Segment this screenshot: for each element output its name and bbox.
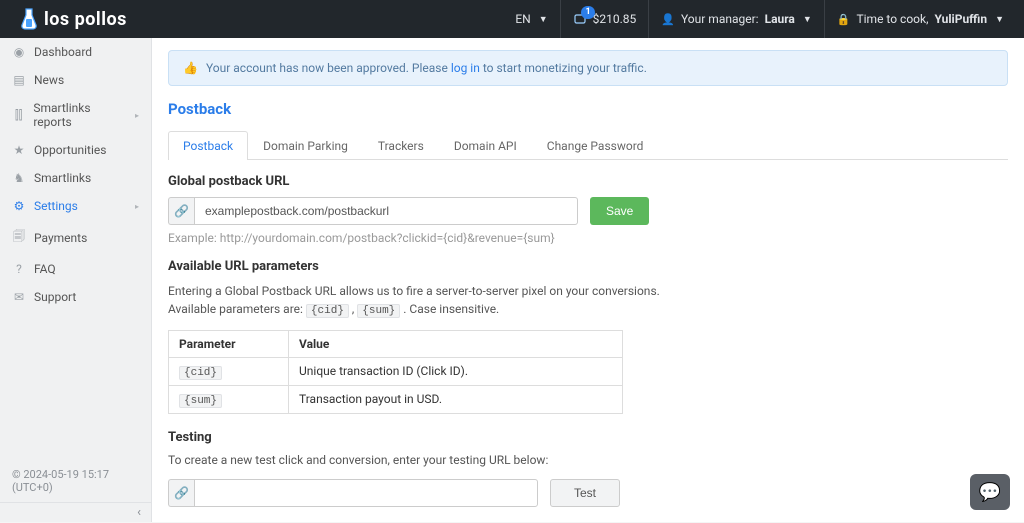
available-params-heading: Available URL parameters <box>168 259 1008 274</box>
chevron-down-icon: ▼ <box>539 14 548 25</box>
alert-prefix: Your account has now been approved. Plea… <box>206 61 451 75</box>
chat-icon: 💬 <box>979 482 1001 503</box>
star-icon: ★ <box>12 143 26 157</box>
settings-tabs: Postback Domain Parking Trackers Domain … <box>168 130 1008 160</box>
testing-url-input[interactable] <box>194 479 538 507</box>
footer-timestamp: © 2024-05-19 15:17 (UTC+0) <box>0 460 151 502</box>
tab-domain-parking[interactable]: Domain Parking <box>248 131 363 160</box>
news-icon: ▤ <box>12 73 26 87</box>
page-title: Postback <box>168 100 1008 118</box>
chevron-down-icon: ▼ <box>803 14 812 25</box>
sidebar-item-news[interactable]: ▤ News <box>0 66 151 94</box>
save-button[interactable]: Save <box>590 197 649 225</box>
table-row: {sum} Transaction payout in USD. <box>169 385 623 413</box>
sidebar-item-label: Dashboard <box>34 45 92 59</box>
approval-alert: 👍 Your account has now been approved. Pl… <box>168 50 1008 86</box>
param-code: {cid} <box>179 366 222 380</box>
lock-icon: 🔒 <box>837 13 851 26</box>
manager-name: Laura <box>765 12 795 26</box>
chevron-down-icon: ▼ <box>995 14 1004 25</box>
params-desc-line2b: . Case insensitive. <box>403 302 499 316</box>
envelope-icon: ✉ <box>12 290 26 304</box>
table-header-parameter: Parameter <box>169 330 289 357</box>
test-button[interactable]: Test <box>550 479 620 507</box>
main-content: 👍 Your account has now been approved. Pl… <box>152 38 1024 522</box>
params-desc-line1: Entering a Global Postback URL allows us… <box>168 284 660 298</box>
sidebar-item-payments[interactable]: 🗐 Payments <box>0 220 151 255</box>
postback-url-input[interactable] <box>194 197 578 225</box>
sidebar-item-label: Support <box>34 290 76 304</box>
param-code-cid: {cid} <box>306 304 349 318</box>
balance-amount: $210.85 <box>593 12 637 26</box>
sidebar-item-label: FAQ <box>34 262 56 276</box>
params-description: Entering a Global Postback URL allows us… <box>168 282 1008 320</box>
testing-description: To create a new test click and conversio… <box>168 451 1008 469</box>
brand-text: los pollos <box>44 9 127 30</box>
chevron-left-icon: ‹ <box>137 505 141 520</box>
alert-login-link[interactable]: log in <box>451 61 480 75</box>
language-label: EN <box>515 12 530 26</box>
chevron-right-icon: ▸ <box>135 202 139 211</box>
sidebar-item-smartlinks[interactable]: ♞ Smartlinks <box>0 164 151 192</box>
chevron-right-icon: ▸ <box>135 111 139 120</box>
payments-icon: 🗐 <box>12 227 26 248</box>
table-header-value: Value <box>289 330 623 357</box>
sidebar-item-smartlinks-reports[interactable]: ⫿⫿ Smartlinks reports ▸ <box>0 94 151 136</box>
postback-example-text: Example: http://yourdomain.com/postback?… <box>168 231 1008 245</box>
gear-icon: ⚙ <box>12 199 26 213</box>
param-code: {sum} <box>179 394 222 408</box>
sidebar-item-label: Payments <box>34 231 87 245</box>
thumbs-up-icon: 👍 <box>183 61 198 75</box>
sidebar-item-faq[interactable]: ? FAQ <box>0 255 151 283</box>
link-icon: 🔗 <box>168 479 194 507</box>
chat-widget-button[interactable]: 💬 <box>970 474 1010 510</box>
tab-change-password[interactable]: Change Password <box>532 131 659 160</box>
params-table: Parameter Value {cid} Unique transaction… <box>168 330 623 414</box>
sidebar-item-label: Settings <box>34 199 78 213</box>
global-postback-heading: Global postback URL <box>168 174 1008 189</box>
top-navbar: los pollos EN ▼ 1 $210.85 👤 Your manager… <box>0 0 1024 38</box>
table-row: {cid} Unique transaction ID (Click ID). <box>169 357 623 385</box>
brand-logo[interactable]: los pollos <box>20 7 127 31</box>
alert-suffix: to start monetizing your traffic. <box>480 61 647 75</box>
alert-text: Your account has now been approved. Plea… <box>206 61 647 75</box>
question-icon: ? <box>12 262 26 276</box>
sidebar-item-label: Smartlinks <box>34 171 91 185</box>
chart-icon: ⫿⫿ <box>12 108 25 123</box>
sidebar: ◉ Dashboard ▤ News ⫿⫿ Smartlinks reports… <box>0 38 152 522</box>
language-selector[interactable]: EN ▼ <box>503 0 559 38</box>
link-icon: ♞ <box>12 171 26 185</box>
username: YuliPuffin <box>934 12 987 26</box>
param-code-sum: {sum} <box>357 304 400 318</box>
person-icon: 👤 <box>661 13 675 26</box>
param-value: Unique transaction ID (Click ID). <box>289 357 623 385</box>
sidebar-item-label: News <box>34 73 64 87</box>
manager-dropdown[interactable]: 👤 Your manager: Laura ▼ <box>648 0 824 38</box>
flask-icon <box>20 7 38 31</box>
manager-label: Your manager: <box>681 12 759 26</box>
balance-display[interactable]: 1 $210.85 <box>560 0 649 38</box>
params-desc-line2a: Available parameters are: <box>168 302 306 316</box>
sidebar-item-support[interactable]: ✉ Support <box>0 283 151 311</box>
dashboard-icon: ◉ <box>12 45 26 59</box>
tab-postback[interactable]: Postback <box>168 131 248 160</box>
testing-heading: Testing <box>168 430 1008 445</box>
sidebar-item-label: Opportunities <box>34 143 106 157</box>
sidebar-item-opportunities[interactable]: ★ Opportunities <box>0 136 151 164</box>
tab-domain-api[interactable]: Domain API <box>439 131 532 160</box>
tab-trackers[interactable]: Trackers <box>363 131 439 160</box>
sidebar-item-label: Smartlinks reports <box>33 101 127 129</box>
notification-badge: 1 <box>581 6 594 19</box>
param-value: Transaction payout in USD. <box>289 385 623 413</box>
user-dropdown[interactable]: 🔒 Time to cook, YuliPuffin ▼ <box>824 0 1016 38</box>
sidebar-collapse-button[interactable]: ‹ <box>0 502 151 522</box>
link-icon: 🔗 <box>168 197 194 225</box>
sidebar-item-dashboard[interactable]: ◉ Dashboard <box>0 38 151 66</box>
sidebar-item-settings[interactable]: ⚙ Settings ▸ <box>0 192 151 220</box>
cook-label: Time to cook, <box>856 12 928 26</box>
